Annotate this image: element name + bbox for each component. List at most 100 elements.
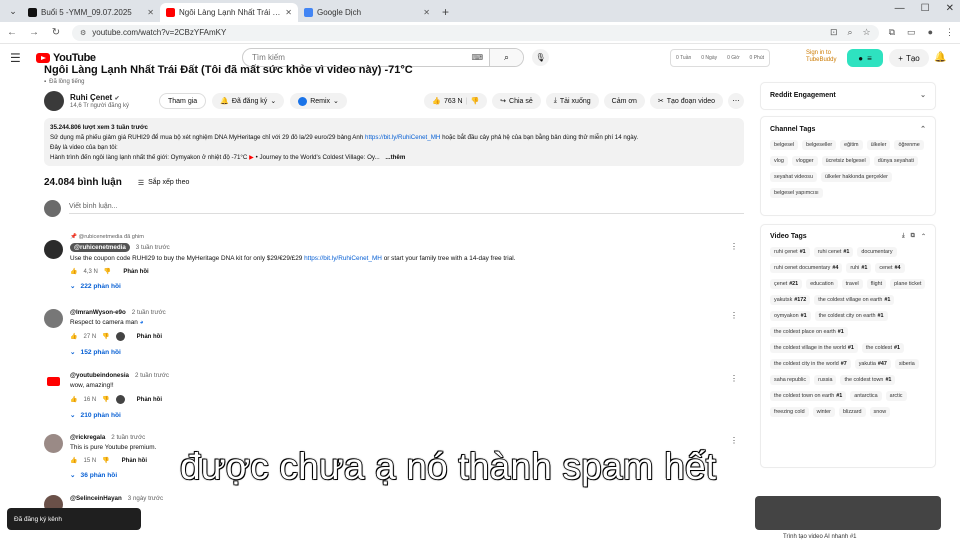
video-tag[interactable]: the coldest village in the world #1: [770, 343, 858, 353]
share-button[interactable]: ↪ Chia sẻ: [492, 93, 541, 109]
thumbs-down-icon[interactable]: 👎: [102, 396, 109, 403]
download-icon[interactable]: ⤓: [902, 233, 905, 240]
video-tag[interactable]: ruhi #1: [846, 263, 872, 273]
channel-tag[interactable]: vlog: [770, 156, 788, 166]
thanks-button[interactable]: Cảm ơn: [603, 93, 645, 109]
channel-tag[interactable]: ülkeler: [866, 140, 891, 150]
reply-button[interactable]: Phản hồi: [137, 397, 162, 403]
video-tag[interactable]: yakutia #47: [854, 359, 891, 369]
back-icon[interactable]: ←: [6, 27, 18, 38]
thumbs-down-icon[interactable]: 👎: [470, 97, 479, 105]
thumbs-up-icon[interactable]: 👍: [70, 396, 77, 403]
comment-avatar[interactable]: [44, 309, 63, 328]
channel-tag[interactable]: eğitim: [840, 140, 863, 150]
promo-title[interactable]: Trình tạo video AI nhanh #1: [783, 534, 857, 540]
video-tag[interactable]: blizzard: [838, 407, 866, 417]
video-tag[interactable]: education: [806, 279, 838, 289]
menu-icon[interactable]: ☰: [10, 51, 26, 65]
sort-button[interactable]: ☰ Sắp xếp theo: [138, 179, 190, 187]
video-tag[interactable]: the coldest #1: [861, 343, 904, 353]
thumbs-up-icon[interactable]: 👍: [70, 457, 77, 464]
like-button[interactable]: 👍 763 N | 👎: [424, 93, 488, 109]
subscribed-button[interactable]: 🔔 Đã đăng ký ⌄: [212, 93, 285, 109]
reply-button[interactable]: Phản hồi: [137, 334, 162, 340]
video-tag[interactable]: snow: [869, 407, 891, 417]
chevron-down-icon[interactable]: ⌄: [920, 91, 926, 99]
thumbs-up-icon[interactable]: 👍: [70, 333, 77, 340]
keyboard-icon[interactable]: ⌨: [465, 53, 489, 62]
join-button[interactable]: Tham gia: [158, 93, 207, 109]
channel-tag[interactable]: öğrenme: [894, 140, 924, 150]
comment-author[interactable]: @rickregala: [70, 434, 105, 441]
view-replies-button[interactable]: ⌄ 222 phản hồi: [70, 282, 730, 291]
tab-close-icon[interactable]: ✕: [285, 8, 292, 17]
extensions-icon[interactable]: ⧉: [889, 27, 895, 38]
comment-time[interactable]: 2 tuần trước: [111, 434, 145, 441]
comment-time[interactable]: 2 tuần trước: [132, 309, 166, 316]
description-link[interactable]: https://bit.ly/RuhiCenet_MH: [365, 134, 440, 141]
comment-avatar[interactable]: [44, 240, 63, 259]
video-tag[interactable]: the coldest place on earth #1: [770, 327, 848, 337]
video-tag[interactable]: the coldest town #1: [840, 375, 896, 385]
chevron-up-icon[interactable]: ⌃: [920, 125, 926, 133]
comment-menu-icon[interactable]: ⋮: [730, 311, 738, 320]
reply-button[interactable]: Phản hồi: [122, 458, 147, 464]
maximize-icon[interactable]: ☐: [921, 3, 930, 14]
comment-menu-icon[interactable]: ⋮: [730, 374, 738, 383]
thumbs-down-icon[interactable]: 👎: [104, 268, 111, 275]
tubebuddy-signin[interactable]: Sign in to TubeBuddy: [806, 50, 836, 64]
video-tag[interactable]: the coldest village on earth #1: [814, 295, 895, 305]
video-tag[interactable]: freezing cold: [770, 407, 809, 417]
download-button[interactable]: ⤓ Tải xuống: [545, 93, 599, 109]
create-button[interactable]: + Tạo: [889, 49, 929, 67]
thumbs-up-icon[interactable]: 👍: [70, 268, 77, 275]
channel-tag[interactable]: belgesel: [770, 140, 799, 150]
show-more-link[interactable]: ...thêm: [385, 154, 405, 161]
install-icon[interactable]: ⊡: [830, 27, 838, 38]
video-tag[interactable]: ruhi cenet documentary #4: [770, 263, 843, 273]
search-input[interactable]: Tìm kiếm: [243, 53, 465, 62]
video-tag[interactable]: ruhi cenet #1: [813, 247, 854, 257]
channel-tag[interactable]: seyahat videosu: [770, 172, 817, 182]
channel-tag[interactable]: vlogger: [791, 156, 818, 166]
video-tag[interactable]: siberia: [894, 359, 919, 369]
video-tag[interactable]: flight: [866, 279, 887, 289]
comment-menu-icon[interactable]: ⋮: [730, 436, 738, 445]
video-tag[interactable]: antarctica: [850, 391, 882, 401]
promo-thumbnail[interactable]: [755, 496, 941, 530]
video-tag[interactable]: winter: [812, 407, 835, 417]
channel-tag[interactable]: belgesel yapımcısı: [770, 188, 823, 198]
video-tag[interactable]: the coldest city on earth #1: [814, 311, 888, 321]
comment-author[interactable]: @youtubeindonesia: [70, 372, 129, 379]
comment-link[interactable]: https://bit.ly/RuhiCenet_MH: [304, 255, 382, 262]
comment-author[interactable]: @ruhicenetmedia: [70, 243, 130, 252]
video-tag[interactable]: cenet #4: [875, 263, 905, 273]
thumbs-down-icon[interactable]: 👎: [102, 457, 109, 464]
notifications-bell-icon[interactable]: 🔔: [934, 52, 946, 63]
channel-avatar[interactable]: [44, 91, 64, 111]
video-tag[interactable]: the coldest city in the world #7: [770, 359, 851, 369]
comment-avatar[interactable]: [44, 434, 63, 453]
video-tag[interactable]: saha republic: [770, 375, 811, 385]
comment-input[interactable]: Viết bình luận...: [69, 203, 744, 214]
forward-icon[interactable]: →: [28, 27, 40, 38]
tab-2[interactable]: Ngôi Làng Lạnh Nhất Trái Đ... ✕: [160, 3, 298, 22]
comment-author[interactable]: @SelinceinHayan: [70, 495, 122, 502]
video-tag[interactable]: yakutsk #172: [770, 295, 811, 305]
comment-author[interactable]: @ImranWyson-e9o: [70, 309, 126, 316]
channel-tag[interactable]: ülkeler hakkında gerçekler: [820, 172, 892, 182]
reload-icon[interactable]: ↻: [50, 27, 62, 38]
view-replies-button[interactable]: ⌄ 210 phản hồi: [70, 411, 730, 420]
comment-time[interactable]: 3 ngày trước: [128, 495, 163, 502]
channel-tag[interactable]: ücretsiz belgesel: [821, 156, 870, 166]
zoom-icon[interactable]: ⌕: [847, 27, 852, 38]
minimize-icon[interactable]: —: [895, 3, 905, 14]
channel-tag[interactable]: belgeseller: [802, 140, 837, 150]
new-tab-icon[interactable]: +: [442, 5, 449, 19]
video-tag[interactable]: çenet #21: [770, 279, 803, 289]
video-tag[interactable]: documentary: [857, 247, 897, 257]
video-tag[interactable]: travel: [841, 279, 863, 289]
comment-time[interactable]: 2 tuần trước: [135, 372, 169, 379]
youtube-logo[interactable]: YouTube: [36, 52, 96, 64]
tab-search-icon[interactable]: ⌄: [4, 2, 22, 20]
